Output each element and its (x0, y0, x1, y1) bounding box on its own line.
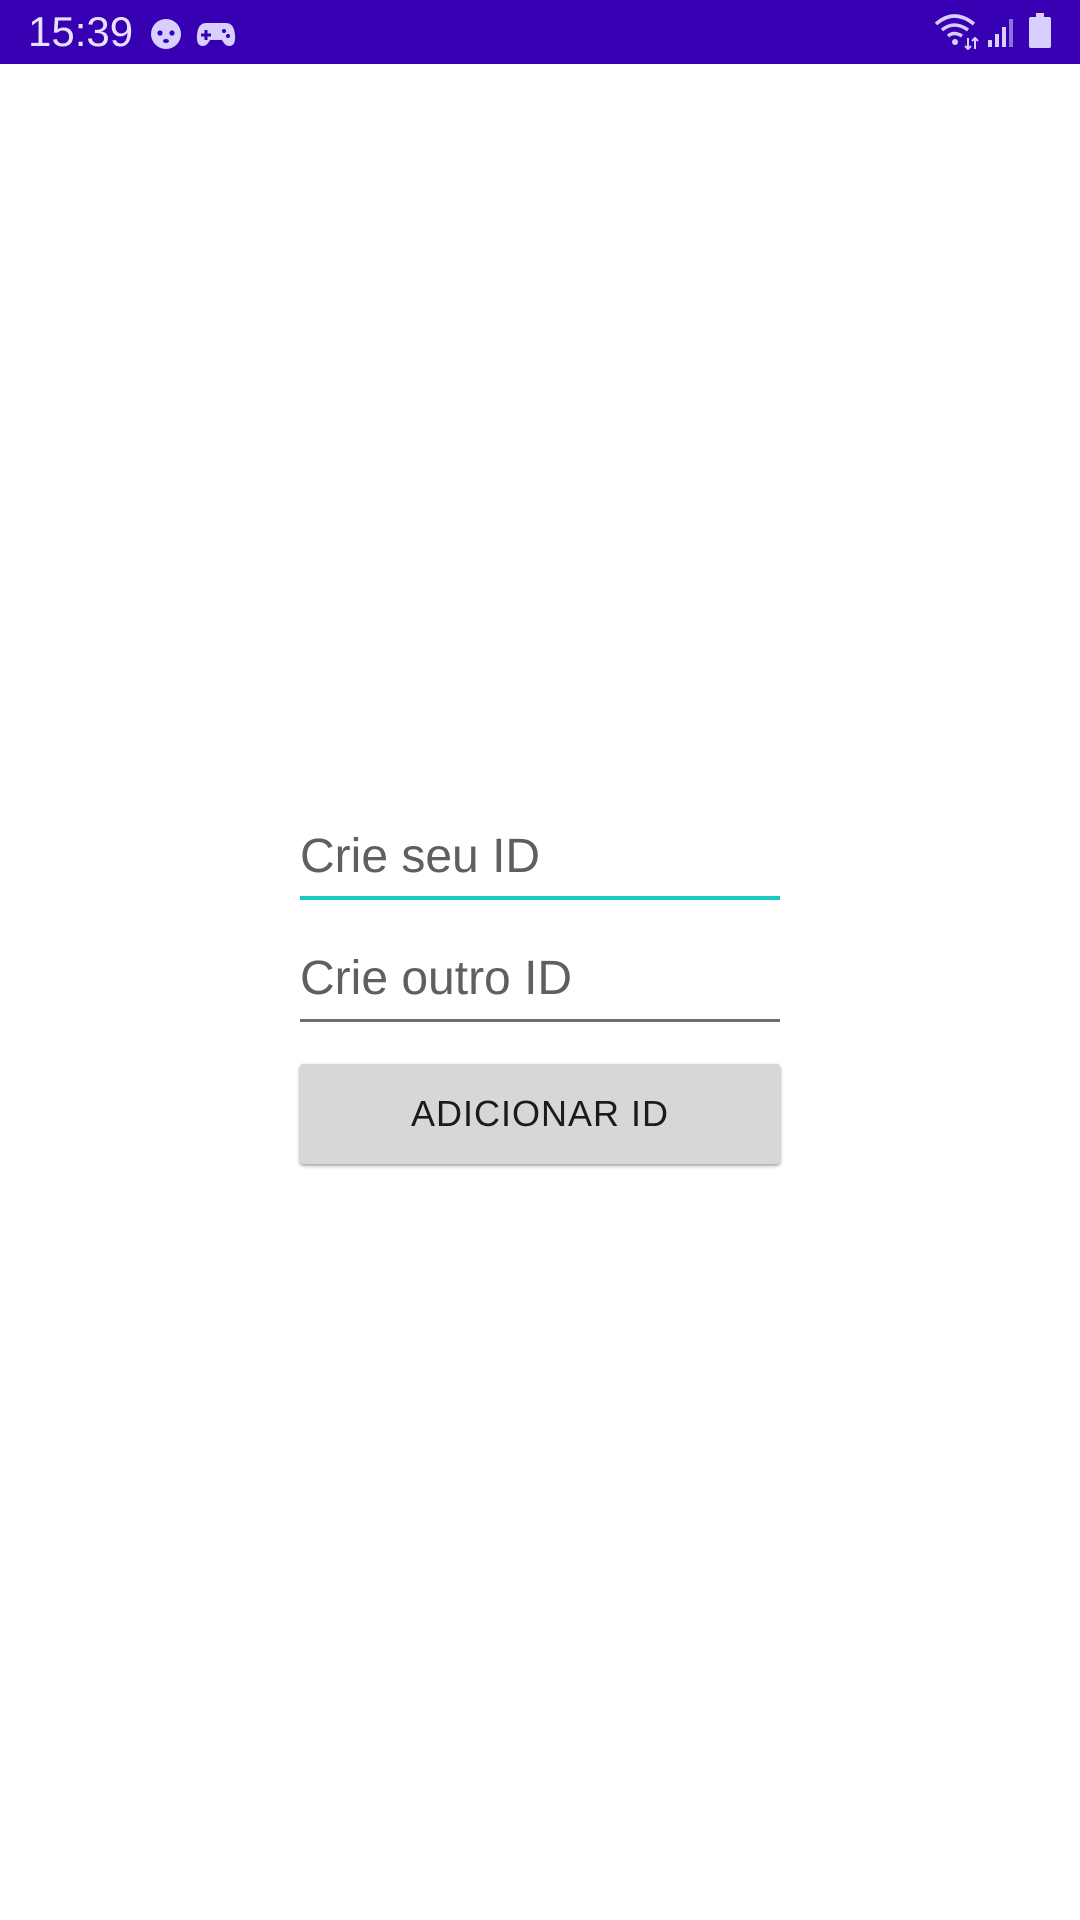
create-other-id-input[interactable] (300, 942, 780, 1022)
face-icon (151, 19, 181, 49)
add-id-button[interactable]: ADICIONAR ID (300, 1064, 780, 1164)
gamepad-icon (196, 23, 236, 46)
cellular-signal-icon (988, 19, 1013, 47)
status-time: 15:39 (28, 8, 134, 55)
wifi-icon (934, 14, 979, 50)
battery-icon (1029, 13, 1051, 48)
create-id-input[interactable] (300, 820, 780, 900)
status-bar: 15:39 (0, 0, 1080, 64)
